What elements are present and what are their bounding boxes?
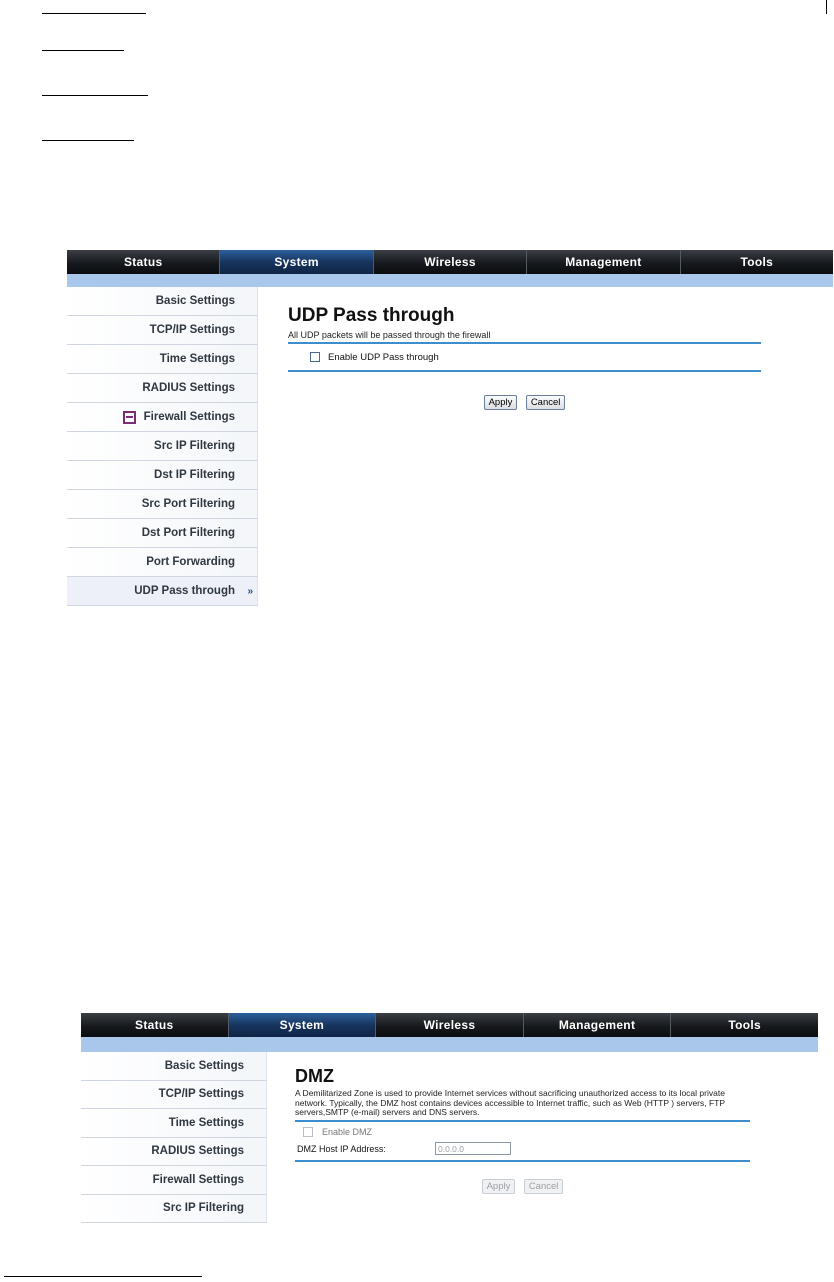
tab-tools[interactable]: Tools xyxy=(680,250,833,274)
sidebar-item-basic-settings[interactable]: Basic Settings xyxy=(81,1052,267,1081)
doc-margin-mark xyxy=(826,0,827,14)
doc-underline-5 xyxy=(4,1276,202,1277)
sidebar-item-label: RADIUS Settings xyxy=(151,1145,244,1158)
sidebar-item-radius-settings[interactable]: RADIUS Settings xyxy=(81,1137,267,1166)
sidebar-item-label: Time Settings xyxy=(159,353,235,365)
sidebar-item-label: Dst Port Filtering xyxy=(141,527,235,539)
tab-tools[interactable]: Tools xyxy=(671,1013,818,1037)
doc-underline-2 xyxy=(42,50,124,51)
page-description: A Demilitarized Zone is used to provide … xyxy=(295,1088,725,1117)
enable-udp-pass-through-label: Enable UDP Pass through xyxy=(328,351,439,363)
page-title: UDP Pass through xyxy=(288,305,455,326)
sidebar-item-radius-settings[interactable]: RADIUS Settings xyxy=(67,374,258,403)
tab-management[interactable]: Management xyxy=(523,1013,672,1037)
chevron-right-icon: » xyxy=(247,585,253,597)
enable-dmz-checkbox[interactable] xyxy=(303,1126,313,1137)
sidebar-item-time-settings[interactable]: Time Settings xyxy=(67,345,258,374)
cancel-button[interactable]: Cancel xyxy=(525,395,566,410)
sidebar-item-label: Src IP Filtering xyxy=(163,1202,244,1215)
divider xyxy=(295,1159,750,1162)
enable-udp-pass-through-checkbox[interactable] xyxy=(310,352,320,362)
sidebar-item-label: RADIUS Settings xyxy=(142,382,235,394)
sidebar-item-label: Basic Settings xyxy=(155,295,235,307)
sidebar-item-dst-ip-filtering[interactable]: Dst IP Filtering xyxy=(67,461,258,490)
sidebar-item-label: TCP/IP Settings xyxy=(149,324,235,336)
sidebar-item-label: Src Port Filtering xyxy=(141,498,235,510)
sidebar-item-firewall-settings[interactable]: Firewall Settings xyxy=(67,403,258,432)
doc-underline-4 xyxy=(42,140,134,141)
sidebar-item-label: Src IP Filtering xyxy=(154,440,235,452)
screenshot-udp-pass-through: Status System Wireless Management Tools … xyxy=(67,250,833,622)
sidebar-item-basic-settings[interactable]: Basic Settings xyxy=(67,287,258,316)
tab-status[interactable]: Status xyxy=(67,250,221,274)
sidebar-item-label: Firewall Settings xyxy=(143,411,235,423)
sidebar-item-label: Dst IP Filtering xyxy=(154,469,235,481)
apply-button[interactable]: Apply xyxy=(483,395,518,410)
top-nav: Status System Wireless Management Tools xyxy=(67,250,833,274)
sidebar: Basic Settings TCP/IP Settings Time Sett… xyxy=(81,1052,267,1223)
sidebar-item-udp-pass-through[interactable]: UDP Pass through » xyxy=(67,577,258,606)
sidebar-item-dst-port-filtering[interactable]: Dst Port Filtering xyxy=(67,519,258,548)
divider xyxy=(295,1119,750,1122)
sidebar-item-label: Time Settings xyxy=(168,1116,244,1129)
content-panel: DMZ A Demilitarized Zone is used to prov… xyxy=(267,1052,818,1223)
page-description: All UDP packets will be passed through t… xyxy=(288,330,491,340)
top-nav: Status System Wireless Management Tools xyxy=(81,1013,818,1037)
sidebar-item-label: TCP/IP Settings xyxy=(158,1088,244,1101)
tab-management[interactable]: Management xyxy=(527,250,681,274)
apply-button[interactable]: Apply xyxy=(481,1178,516,1194)
divider xyxy=(288,370,761,372)
sub-bar xyxy=(81,1037,818,1052)
sidebar-item-src-port-filtering[interactable]: Src Port Filtering xyxy=(67,490,258,519)
tab-wireless[interactable]: Wireless xyxy=(373,250,528,274)
sidebar-item-tcpip-settings[interactable]: TCP/IP Settings xyxy=(67,316,258,345)
sidebar: Basic Settings TCP/IP Settings Time Sett… xyxy=(67,287,258,606)
sidebar-item-label: Port Forwarding xyxy=(146,556,235,568)
content-panel: UDP Pass through All UDP packets will be… xyxy=(258,287,833,606)
collapse-icon[interactable] xyxy=(122,410,136,424)
sidebar-item-src-ip-filtering[interactable]: Src IP Filtering xyxy=(67,432,258,461)
sidebar-item-label: Basic Settings xyxy=(164,1059,244,1072)
enable-dmz-label: Enable DMZ xyxy=(322,1126,373,1137)
tab-status[interactable]: Status xyxy=(81,1013,229,1037)
tab-wireless[interactable]: Wireless xyxy=(376,1013,524,1037)
sidebar-item-time-settings[interactable]: Time Settings xyxy=(81,1109,267,1138)
sidebar-item-src-ip-filtering[interactable]: Src IP Filtering xyxy=(81,1194,267,1223)
sub-bar xyxy=(67,274,833,287)
dmz-host-ip-input[interactable] xyxy=(435,1142,511,1155)
main-area: Basic Settings TCP/IP Settings Time Sett… xyxy=(67,287,833,606)
screenshot-dmz: Status System Wireless Management Tools … xyxy=(81,1013,818,1233)
cancel-button[interactable]: Cancel xyxy=(523,1178,564,1194)
tab-system[interactable]: System xyxy=(220,250,374,274)
sidebar-item-label: UDP Pass through xyxy=(134,585,235,597)
tab-system[interactable]: System xyxy=(228,1013,377,1037)
sidebar-item-label: Firewall Settings xyxy=(152,1173,244,1186)
main-area: Basic Settings TCP/IP Settings Time Sett… xyxy=(81,1052,818,1223)
sidebar-item-firewall-settings[interactable]: Firewall Settings xyxy=(81,1166,267,1195)
sidebar-item-tcpip-settings[interactable]: TCP/IP Settings xyxy=(81,1080,267,1109)
page-title: DMZ xyxy=(295,1066,334,1086)
dmz-host-ip-label: DMZ Host IP Address: xyxy=(297,1143,386,1154)
doc-underline-1 xyxy=(42,13,146,14)
sidebar-item-port-forwarding[interactable]: Port Forwarding xyxy=(67,548,258,577)
doc-underline-3 xyxy=(42,95,148,96)
